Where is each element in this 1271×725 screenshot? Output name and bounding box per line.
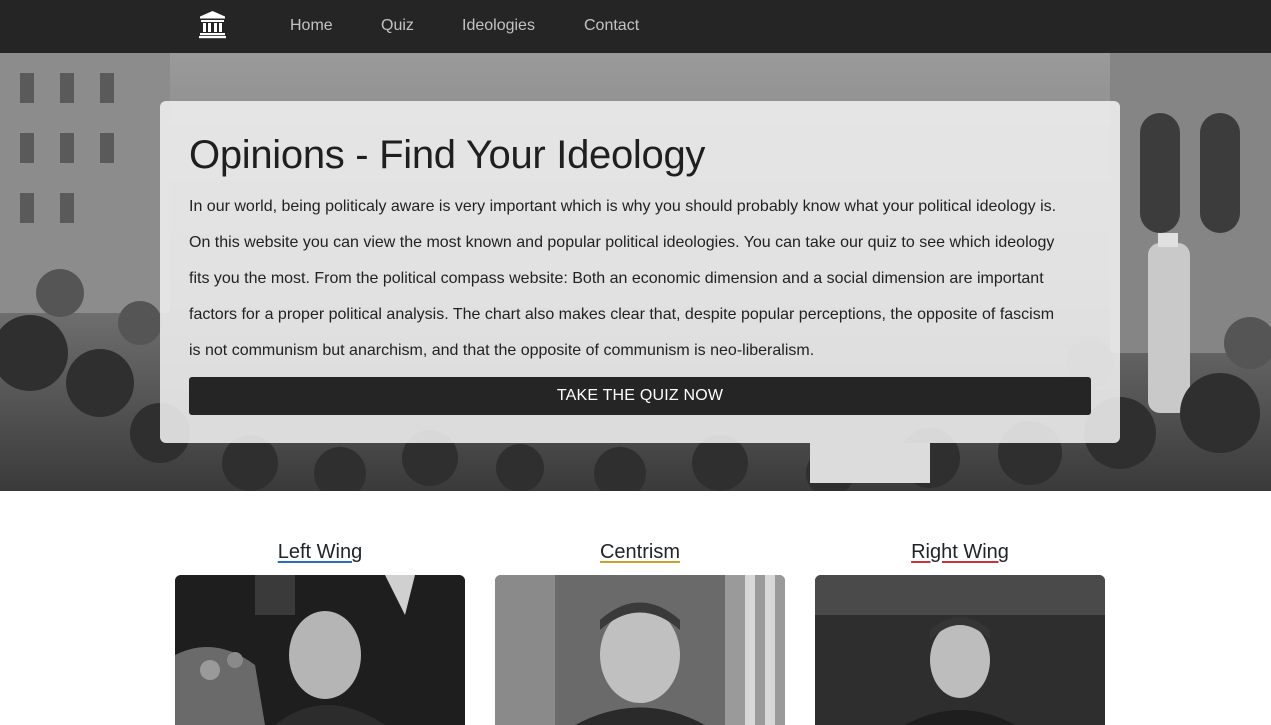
intro-text-line: fits you the most. From the political co…	[189, 270, 1044, 287]
intro-text-line: In our world, being politicaly aware is …	[189, 198, 1057, 215]
category-photo-left-wing[interactable]	[175, 575, 465, 725]
hero-section: Opinions - Find Your Ideology In our wor…	[0, 53, 1271, 491]
take-quiz-button[interactable]: TAKE THE QUIZ NOW	[189, 377, 1091, 415]
intro-text-line: is not communism but anarchism, and that…	[189, 342, 815, 359]
page-title: Opinions - Find Your Ideology	[189, 133, 706, 177]
navbar: Home Quiz Ideologies Contact	[0, 0, 1271, 53]
nav-link-ideologies[interactable]: Ideologies	[462, 16, 535, 35]
intro-card: Opinions - Find Your Ideology In our wor…	[160, 101, 1120, 443]
category-photo-right-wing[interactable]	[815, 575, 1105, 725]
category-left-wing: Left Wing	[175, 540, 465, 725]
category-right-wing: Right Wing	[815, 540, 1105, 725]
institution-building-icon[interactable]	[198, 10, 227, 39]
category-heading: Left Wing	[175, 540, 465, 564]
category-heading: Centrism	[495, 540, 785, 564]
category-link-centrism[interactable]: Centrism	[600, 541, 680, 563]
category-link-right-wing[interactable]: Right Wing	[911, 541, 1009, 563]
category-photo-centrism[interactable]	[495, 575, 785, 725]
nav-link-home[interactable]: Home	[290, 16, 333, 35]
category-centrism: Centrism	[495, 540, 785, 725]
intro-text-line: On this website you can view the most kn…	[189, 234, 1055, 251]
nav-link-quiz[interactable]: Quiz	[381, 16, 414, 35]
intro-text: In our world, being politicaly aware is …	[189, 189, 1094, 369]
intro-text-line: factors for a proper political analysis.…	[189, 306, 1055, 323]
category-heading: Right Wing	[815, 540, 1105, 564]
nav-link-contact[interactable]: Contact	[584, 16, 639, 35]
category-link-left-wing[interactable]: Left Wing	[278, 541, 362, 563]
